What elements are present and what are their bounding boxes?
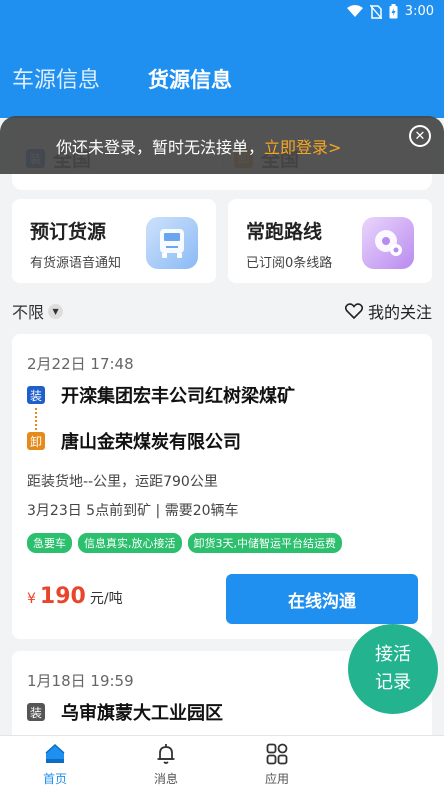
load-tag: 装: [27, 703, 45, 721]
load-address: 乌审旗蒙大工业园区: [61, 703, 223, 724]
nav-home[interactable]: 首页: [25, 742, 85, 787]
my-follow-label: 我的关注: [367, 303, 432, 322]
chip: 信息真实,放心接活: [78, 533, 182, 553]
schedule-info: 3月23日 5点前到矿 | 需要20辆车: [27, 503, 239, 519]
route-dots: [35, 408, 37, 430]
filter-dropdown[interactable]: 不限 ▼: [12, 299, 64, 323]
bottom-nav: 首页 消息 应用: [0, 735, 444, 789]
post-time: 2月22日 17:48: [27, 355, 134, 373]
login-message: 你还未登录，暂时无法接单，: [56, 138, 265, 157]
route-icon: [362, 217, 414, 269]
cargo-card[interactable]: 2月22日 17:48 装 开滦集团宏丰公司红树梁煤矿 卸 唐山金荣煤炭有限公司…: [12, 334, 432, 639]
nav-label: 应用: [264, 772, 289, 786]
top-tabs: 车源信息 货源信息: [12, 62, 232, 94]
feature-title: 常跑路线: [246, 221, 323, 243]
job-record-button[interactable]: 接活 记录: [348, 624, 438, 714]
online-chat-button[interactable]: 在线沟通: [226, 574, 418, 624]
tab-vehicle-source[interactable]: 车源信息: [12, 62, 100, 94]
login-banner: 你还未登录，暂时无法接单，立即登录> ✕: [0, 116, 444, 174]
nav-label: 消息: [153, 772, 178, 786]
filter-label: 不限: [12, 303, 45, 322]
feature-frequent-routes[interactable]: 常跑路线 已订阅0条线路: [228, 199, 432, 283]
price-value: 190: [39, 584, 86, 609]
price-unit: 元/吨: [89, 591, 123, 607]
filter-row: 不限 ▼ 我的关注: [12, 299, 432, 323]
my-follow-button[interactable]: 我的关注: [344, 299, 432, 323]
load-address: 开滦集团宏丰公司红树梁煤矿: [61, 386, 295, 407]
login-link[interactable]: 立即登录>: [264, 138, 341, 157]
tab-cargo-source[interactable]: 货源信息: [148, 64, 232, 94]
status-icons: 3:00: [346, 4, 434, 19]
nav-messages[interactable]: 消息: [136, 742, 196, 787]
nav-apps[interactable]: 应用: [247, 742, 307, 787]
status-bar: 3:00: [0, 0, 444, 26]
truck-icon: [146, 217, 198, 269]
unload-tag: 卸: [27, 432, 45, 450]
feature-subtitle: 已订阅0条线路: [246, 256, 333, 271]
wifi-icon: [346, 5, 363, 17]
feature-subtitle: 有货源语音通知: [30, 256, 122, 271]
nav-label: 首页: [42, 772, 67, 786]
close-icon[interactable]: ✕: [409, 125, 431, 147]
distance-info: 距装货地--公里，运距790公里: [27, 474, 218, 490]
chip: 卸货3天,中储智运平台结运费: [187, 533, 342, 553]
apps-icon: [266, 743, 288, 765]
feature-reserve-cargo[interactable]: 预订货源 有货源语音通知: [12, 199, 216, 283]
heart-icon: [344, 303, 363, 319]
price: ¥ 190 元/吨: [27, 584, 123, 609]
unload-address: 唐山金荣煤炭有限公司: [61, 432, 241, 453]
tag-chips: 急要车 信息真实,放心接活 卸货3天,中储智运平台结运费: [27, 533, 342, 553]
no-sim-icon: [369, 4, 382, 19]
fab-line-1: 接活: [375, 644, 411, 665]
chevron-down-icon: ▼: [48, 303, 64, 319]
login-prompt: 你还未登录，暂时无法接单，立即登录>: [56, 134, 341, 158]
post-time: 1月18日 19:59: [27, 672, 134, 690]
bell-icon: [157, 744, 175, 764]
fab-line-2: 记录: [375, 672, 411, 693]
chip: 急要车: [27, 533, 72, 553]
home-icon: [45, 743, 65, 763]
price-symbol: ¥: [27, 591, 36, 607]
load-tag: 装: [27, 386, 45, 404]
status-time: 3:00: [404, 4, 434, 19]
battery-icon: [389, 4, 398, 19]
feature-title: 预订货源: [30, 221, 107, 243]
app-header: 3:00 车源信息 货源信息: [0, 0, 444, 118]
